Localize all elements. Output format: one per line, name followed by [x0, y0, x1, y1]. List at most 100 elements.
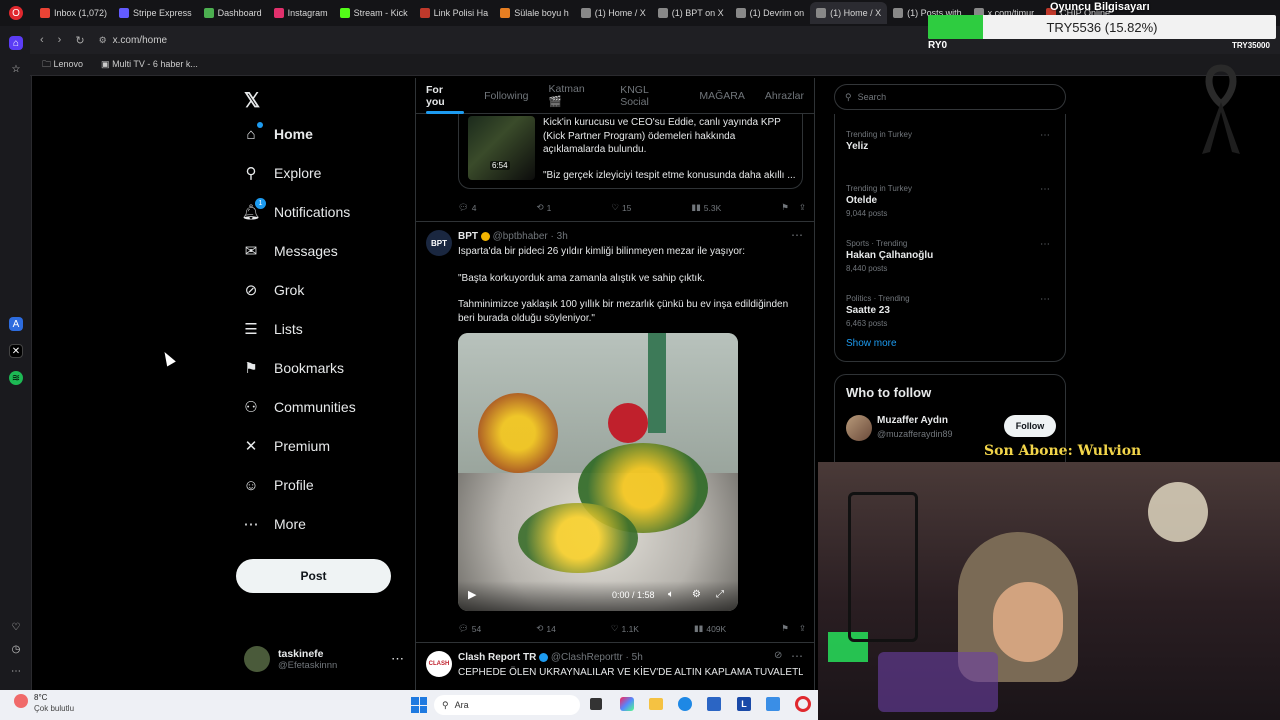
timeline-tab[interactable]: KNGL Social: [610, 78, 689, 114]
reply-button[interactable]: 💬︎ 54: [458, 623, 481, 634]
timeline-tab[interactable]: Katman 🎬: [539, 78, 611, 114]
more-icon[interactable]: ⋯: [1040, 294, 1050, 305]
more-icon[interactable]: ⋯: [1040, 184, 1050, 195]
account-switcher[interactable]: taskinefe @Efetaskinnn ⋯: [244, 642, 404, 676]
more-icon[interactable]: ⋯: [391, 651, 404, 667]
nav-item-notifications[interactable]: 🔔︎ 1 Notifications: [241, 198, 350, 221]
task-view-icon[interactable]: [590, 698, 602, 710]
play-icon[interactable]: ▶: [468, 588, 476, 601]
like-button[interactable]: ♡ 15: [611, 202, 631, 213]
author-name[interactable]: BPT: [458, 231, 478, 242]
browser-tab[interactable]: Inbox (1,072): [34, 2, 113, 24]
avatar[interactable]: CLASH: [426, 651, 452, 677]
nav-item-grok[interactable]: ⊘ Grok: [242, 281, 305, 299]
bookmark-lenovo[interactable]: 🗀︎ Lenovo: [42, 57, 83, 73]
heart-icon[interactable]: ♡: [9, 620, 23, 634]
timeline-tab[interactable]: For you: [416, 78, 474, 114]
share-icon[interactable]: ⇪: [799, 202, 806, 213]
search-input[interactable]: ⚲ Search: [834, 84, 1066, 110]
start-button[interactable]: [411, 697, 427, 713]
browser-tab[interactable]: Stripe Express: [113, 2, 198, 24]
more-icon[interactable]: ⋯: [9, 664, 23, 678]
trend-item[interactable]: Politics · Trending Saatte 23 6,463 posts ⋯: [846, 294, 1056, 328]
avatar[interactable]: [846, 415, 872, 441]
more-icon[interactable]: ⋯: [791, 228, 803, 242]
nav-item-lists[interactable]: ☰ Lists: [242, 320, 303, 338]
more-icon[interactable]: ⋯: [791, 649, 803, 663]
weather-temp[interactable]: 8°C: [34, 693, 47, 702]
tweet[interactable]: BPT BPT @bptbhaber · 3h ⋯ Isparta'da bir…: [416, 222, 814, 642]
show-more-link[interactable]: Show more: [846, 338, 897, 349]
opera-icon[interactable]: [795, 696, 811, 712]
fullscreen-icon[interactable]: ⤢: [716, 589, 724, 600]
file-explorer-icon[interactable]: [649, 698, 663, 710]
bookmark-icon[interactable]: ⚑: [781, 623, 789, 634]
timeline-tab[interactable]: Following: [474, 78, 538, 114]
tweet-video[interactable]: ▶ 0:00 / 1:58 🔈︎ ⚙ ⤢: [458, 333, 738, 611]
trend-item[interactable]: Trending in Turkey Otelde 9,044 posts ⋯: [846, 184, 1056, 218]
nav-item-explore[interactable]: ⚲ Explore: [242, 164, 322, 182]
spotify-icon[interactable]: ≋: [9, 371, 23, 385]
nav-item-profile[interactable]: ☺ Profile: [242, 476, 313, 494]
timeline-tab[interactable]: MAĞARA: [689, 78, 755, 114]
forward-icon[interactable]: ›: [58, 34, 62, 46]
retweet-button[interactable]: ⟲ 1: [537, 202, 552, 213]
author-name[interactable]: Clash Report TR: [458, 652, 536, 663]
reply-button[interactable]: 💬︎ 4: [458, 202, 477, 213]
browser-tab[interactable]: (1) BPT on X: [652, 2, 730, 24]
x-app-icon[interactable]: ✕: [9, 344, 23, 358]
views-button[interactable]: ▮▮ 409K: [694, 623, 726, 634]
url-field[interactable]: x.com/home: [113, 35, 167, 46]
history-icon[interactable]: ◷: [9, 642, 23, 656]
post-button[interactable]: Post: [236, 559, 391, 593]
opera-logo-icon[interactable]: O: [9, 6, 23, 20]
tweet-time[interactable]: · 5h: [626, 652, 643, 663]
follow-button[interactable]: Follow: [1004, 415, 1056, 437]
copilot-icon[interactable]: [620, 697, 634, 711]
grok-icon[interactable]: ⊘: [774, 650, 782, 661]
timeline-tab[interactable]: Ahrazlar: [755, 78, 814, 114]
retweet-button[interactable]: ⟲ 14: [536, 623, 556, 634]
author-handle[interactable]: @bptbhaber: [493, 231, 548, 242]
nav-item-bookmarks[interactable]: ⚑ Bookmarks: [242, 359, 344, 377]
more-icon[interactable]: ⋯: [1040, 239, 1050, 250]
browser-tab[interactable]: Dashboard: [198, 2, 268, 24]
share-icon[interactable]: ⇪: [799, 623, 806, 634]
browser-tab[interactable]: Link Polisi Ha: [414, 2, 495, 24]
site-info-icon[interactable]: ⚙: [99, 35, 107, 46]
tweet[interactable]: CLASH Clash Report TR @ClashReporttr · 5…: [416, 643, 814, 690]
more-icon[interactable]: ⋯: [1040, 130, 1050, 141]
home-icon[interactable]: ⌂: [9, 36, 23, 50]
browser-tab[interactable]: Instagram: [268, 2, 334, 24]
views-button[interactable]: ▮▮ 5.3K: [691, 202, 721, 213]
browser-tab[interactable]: (1) Home / X: [575, 2, 652, 24]
weather-icon[interactable]: [14, 694, 28, 708]
video-thumbnail[interactable]: 6:54: [468, 116, 535, 180]
author-handle[interactable]: @ClashReporttr: [551, 652, 623, 663]
nav-item-messages[interactable]: ✉ Messages: [242, 242, 338, 260]
bookmark-icon[interactable]: ⚑: [781, 202, 789, 213]
browser-tab[interactable]: (1) Home / X: [810, 2, 888, 24]
browser-tab[interactable]: Stream - Kick: [334, 2, 414, 24]
star-icon[interactable]: ☆: [9, 62, 23, 76]
browser-tab[interactable]: Sülale boyu h: [494, 2, 575, 24]
app-store-icon[interactable]: A: [9, 317, 23, 331]
nav-item-more[interactable]: ⋯ More: [242, 515, 306, 533]
edge-icon[interactable]: [678, 697, 692, 711]
volume-icon[interactable]: 🔈︎: [668, 589, 674, 600]
avatar[interactable]: BPT: [426, 230, 452, 256]
nav-item-communities[interactable]: ⚇ Communities: [242, 398, 355, 416]
back-icon[interactable]: ‹: [40, 34, 44, 46]
settings-icon[interactable]: ⚙: [692, 589, 701, 600]
like-button[interactable]: ♡ 1.1K: [611, 623, 639, 634]
nav-item-home[interactable]: ⌂ Home: [242, 122, 313, 143]
browser-tab[interactable]: (1) Devrim on: [730, 2, 811, 24]
lenovo-vantage-icon[interactable]: L: [737, 697, 751, 711]
taskbar-search[interactable]: ⚲ Ara: [434, 695, 580, 715]
store-icon[interactable]: [707, 697, 721, 711]
suggestion-handle[interactable]: @muzafferaydin89: [877, 429, 953, 439]
weather-desc[interactable]: Çok bulutlu: [34, 704, 74, 713]
settings-app-icon[interactable]: [766, 697, 780, 711]
nav-item-premium[interactable]: ✕ Premium: [242, 437, 330, 455]
trend-item[interactable]: Sports · Trending Hakan Çalhanoğlu 8,440 p…: [846, 239, 1056, 273]
